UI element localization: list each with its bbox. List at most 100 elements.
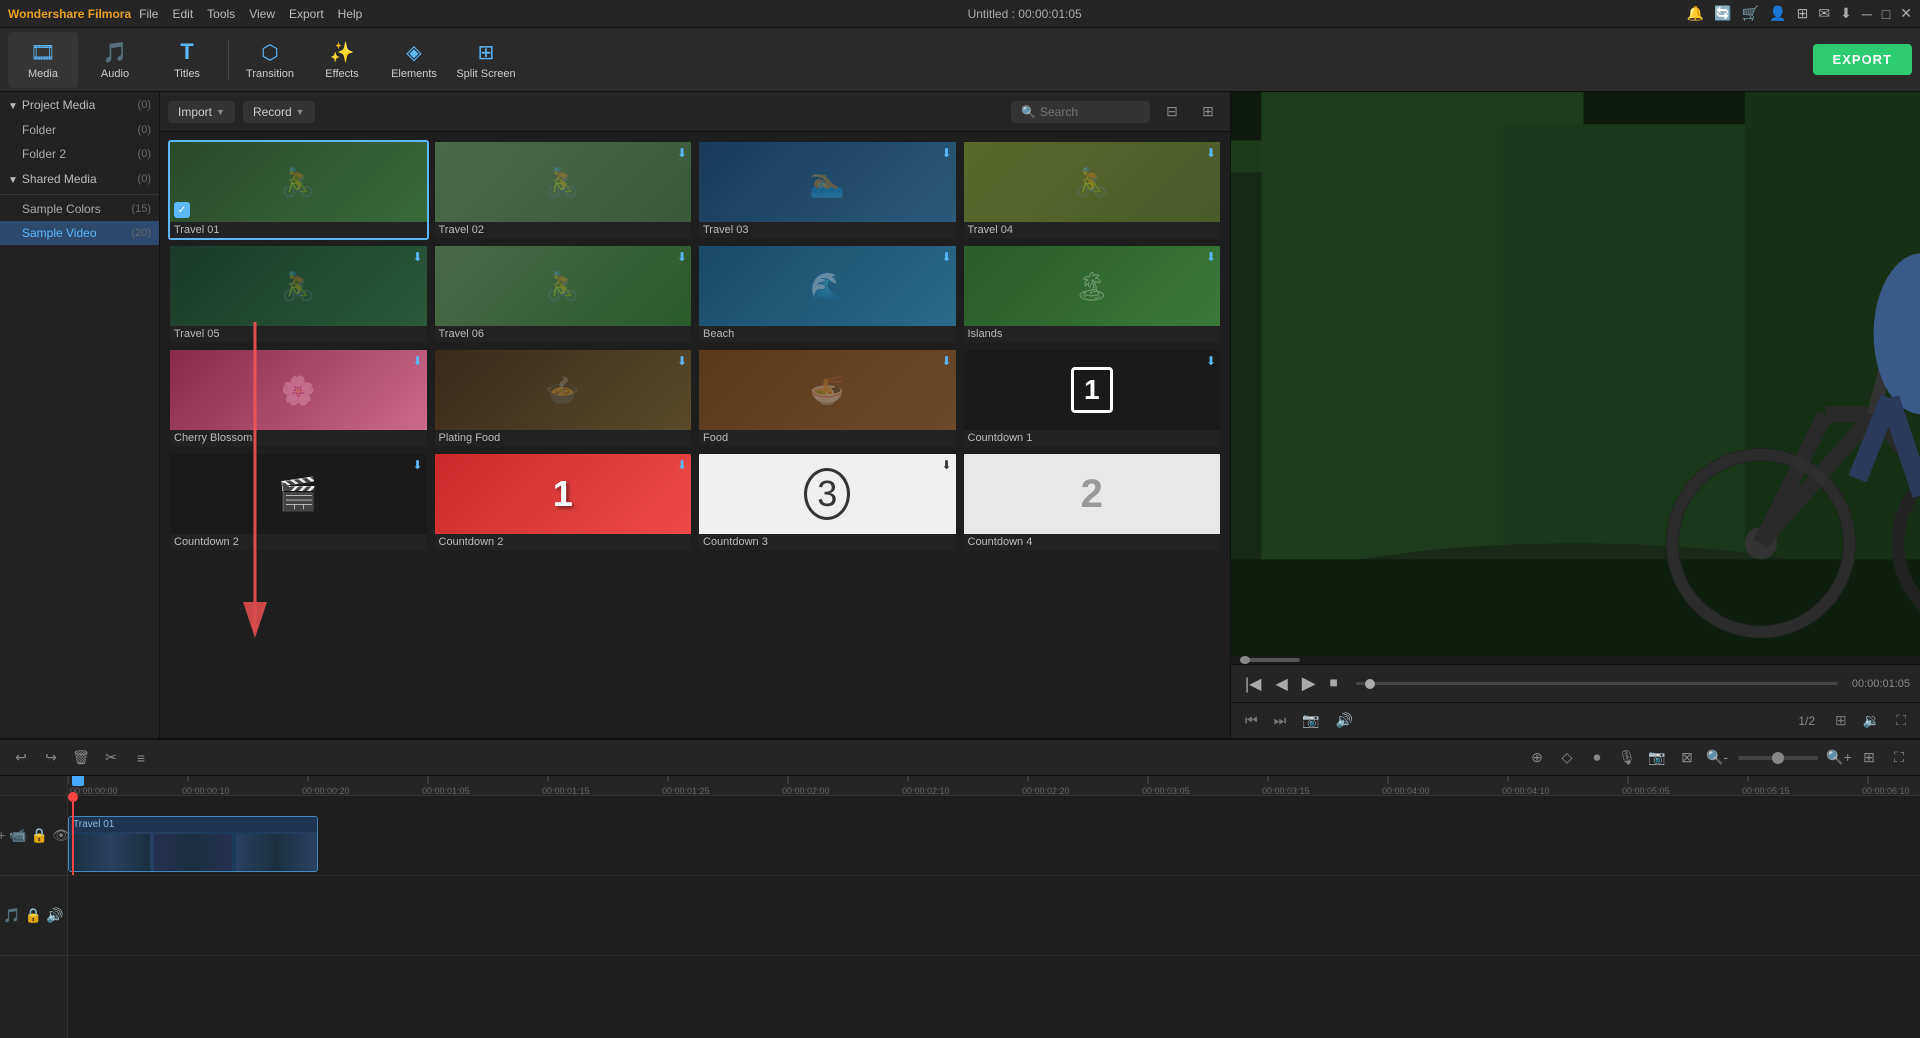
media-item-countdown2b[interactable]: 1 ⬇ Countdown 2 (433, 452, 694, 552)
export-button[interactable]: EXPORT (1813, 44, 1912, 75)
svg-text:00:00:02:20: 00:00:02:20 (1022, 786, 1070, 796)
prev-clip-button[interactable]: ⏮ (1241, 710, 1262, 731)
playhead (72, 796, 74, 875)
folder2-label: Folder 2 (22, 147, 66, 161)
video-clip-travel01[interactable]: Travel 01 (68, 816, 318, 872)
media-item-countdown3[interactable]: 3 ⬇ Countdown 3 (697, 452, 958, 552)
fullscreen-button[interactable]: ⛶ (1892, 710, 1910, 731)
redo-button[interactable]: ↪ (38, 745, 64, 771)
download-icon-countdown3: ⬇ (941, 458, 951, 472)
sidebar-item-folder2[interactable]: Folder 2 (0) (0, 142, 159, 166)
store-icon[interactable]: 🛒 (1742, 5, 1759, 22)
snapshot-button[interactable]: 📷 (1298, 710, 1323, 731)
menu-help[interactable]: Help (338, 7, 363, 21)
preview-timeline-scrubber[interactable] (1356, 682, 1838, 685)
scene-detect-button[interactable]: ⊠ (1674, 745, 1700, 771)
fit-timeline-button[interactable]: ⊞ (1856, 745, 1882, 771)
stop-button[interactable]: ⏹ (1326, 673, 1342, 695)
email-icon[interactable]: ✉ (1818, 5, 1830, 22)
voiceover-button[interactable]: 🎙 (1614, 745, 1640, 771)
maximize-button[interactable]: □ (1882, 6, 1890, 22)
media-item-travel02[interactable]: 🚴 ⬇ Travel 02 (433, 140, 694, 240)
media-item-travel06[interactable]: 🚴 ⬇ Travel 06 (433, 244, 694, 344)
clip-settings-button[interactable]: ≡ (128, 745, 154, 771)
import-button[interactable]: Import ▼ (168, 101, 235, 123)
tool-titles[interactable]: T Titles (152, 32, 222, 88)
media-thumb-countdown2b: 1 ⬇ (435, 454, 692, 534)
media-item-travel01[interactable]: 🚴 ✓ Travel 01 (168, 140, 429, 240)
volume-slider-btn[interactable]: 🔉 (1859, 710, 1884, 731)
playhead-handle (68, 792, 78, 802)
media-item-countdown2a[interactable]: 🎬 ⬇ Countdown 2 (168, 452, 429, 552)
zoom-out-button[interactable]: 🔍- (1704, 745, 1730, 771)
delete-button[interactable]: 🗑 (68, 745, 94, 771)
camera-button[interactable]: 📷 (1644, 745, 1670, 771)
prev-frame-button[interactable]: ◀ (1271, 672, 1291, 696)
volume-button[interactable]: 🔊 (1332, 710, 1357, 731)
media-label-countdown3: Countdown 3 (699, 534, 956, 550)
menu-view[interactable]: View (249, 7, 275, 21)
fit-button[interactable]: ⊞ (1831, 710, 1851, 731)
media-item-beach[interactable]: 🌊 ⬇ Beach (697, 244, 958, 344)
scrubber-dot[interactable] (1365, 679, 1375, 689)
notification-icon[interactable]: 🔔 (1687, 5, 1704, 22)
refresh-icon[interactable]: 🔄 (1714, 5, 1731, 22)
app-logo: Wondershare Filmora (8, 7, 131, 21)
zoom-slider[interactable] (1738, 756, 1818, 760)
menu-edit[interactable]: Edit (172, 7, 193, 21)
media-item-countdown4[interactable]: 2 Countdown 4 (962, 452, 1223, 552)
media-item-food[interactable]: 🍜 ⬇ Food (697, 348, 958, 448)
shared-media-count: (0) (138, 173, 151, 185)
tool-media-label: Media (28, 68, 58, 80)
menu-export[interactable]: Export (289, 7, 324, 21)
preview-scrubber-bar[interactable] (1231, 656, 1920, 664)
search-input[interactable] (1040, 105, 1140, 119)
close-button[interactable]: ✕ (1900, 5, 1912, 22)
cut-button[interactable]: ✂ (98, 745, 124, 771)
menu-tools[interactable]: Tools (207, 7, 235, 21)
sidebar-item-folder[interactable]: Folder (0) (0, 118, 159, 142)
video-track-add-icon[interactable]: + (0, 827, 5, 844)
audio-track-lock-icon[interactable]: 🔒 (25, 907, 42, 924)
video-track-lock-icon[interactable]: 🔒 (31, 827, 48, 844)
media-item-travel04[interactable]: 🚴 ⬇ Travel 04 (962, 140, 1223, 240)
next-clip-button[interactable]: ⏭ (1270, 710, 1291, 731)
scrubber-handle[interactable] (1240, 656, 1250, 664)
view-toggle-button[interactable]: ⊞ (1194, 98, 1222, 126)
marker-button[interactable]: ◇ (1554, 745, 1580, 771)
media-item-countdown1[interactable]: 1 ⬇ Countdown 1 (962, 348, 1223, 448)
menu-file[interactable]: File (139, 7, 158, 21)
add-media-button[interactable]: ⊕ (1524, 745, 1550, 771)
filter-button[interactable]: ⊟ (1158, 98, 1186, 126)
tool-audio[interactable]: 🎵 Audio (80, 32, 150, 88)
tool-effects[interactable]: ✨ Effects (307, 32, 377, 88)
record-timeline-button[interactable]: ⏺ (1584, 745, 1610, 771)
media-item-travel03[interactable]: 🏊 ⬇ Travel 03 (697, 140, 958, 240)
video-track-area[interactable]: Travel 01 (68, 796, 1920, 876)
audio-track-mute-icon[interactable]: 🔊 (46, 907, 63, 924)
media-item-travel05[interactable]: 🚴 ⬇ Travel 05 (168, 244, 429, 344)
tool-media[interactable]: 🎞 Media (8, 32, 78, 88)
sidebar-shared-media-header[interactable]: ▼Shared Media (0) (0, 166, 159, 192)
go-start-button[interactable]: |◀ (1241, 672, 1265, 696)
media-item-plating-food[interactable]: 🍲 ⬇ Plating Food (433, 348, 694, 448)
account-icon[interactable]: 👤 (1769, 5, 1786, 22)
minimize-button[interactable]: ─ (1862, 6, 1872, 22)
download-icon[interactable]: ⬇ (1840, 5, 1852, 22)
search-box[interactable]: 🔍 (1011, 101, 1150, 123)
tool-elements[interactable]: ◈ Elements (379, 32, 449, 88)
tool-transition[interactable]: ⬡ Transition (235, 32, 305, 88)
media-item-cherry-blossom[interactable]: 🌸 ⬇ Cherry Blossom (168, 348, 429, 448)
tool-splitscreen[interactable]: ⊞ Split Screen (451, 32, 521, 88)
play-button[interactable]: ▶ (1298, 671, 1320, 696)
record-button[interactable]: Record ▼ (243, 101, 315, 123)
layout-icon[interactable]: ⊞ (1797, 5, 1809, 22)
sidebar-project-media-header[interactable]: ▼Project Media (0) (0, 92, 159, 118)
media-item-islands[interactable]: 🏝 ⬇ Islands (962, 244, 1223, 344)
sidebar-item-sample-colors[interactable]: Sample Colors (15) (0, 197, 159, 221)
undo-button[interactable]: ↩ (8, 745, 34, 771)
sidebar-item-sample-video[interactable]: Sample Video (20) (0, 221, 159, 245)
zoom-in-button[interactable]: 🔍+ (1826, 745, 1852, 771)
fullscreen-timeline-button[interactable]: ⛶ (1886, 745, 1912, 771)
svg-text:00:00:05:15: 00:00:05:15 (1742, 786, 1790, 796)
